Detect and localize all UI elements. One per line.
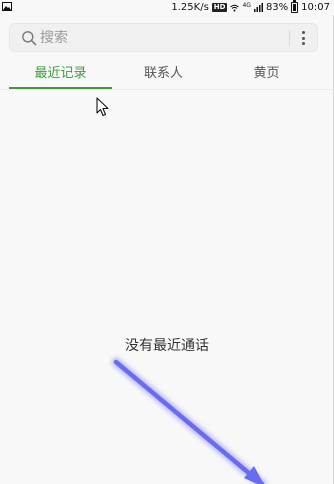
status-indicators: 1.25K/s HD 4G 83% 10:07 (171, 0, 330, 15)
battery-percent: 83% (265, 2, 289, 13)
active-tab-indicator (9, 87, 112, 89)
tab-recent[interactable]: 最近记录 (9, 58, 112, 89)
search-icon (22, 31, 37, 46)
more-vertical-icon[interactable] (298, 30, 310, 46)
clock: 10:07 (301, 2, 330, 13)
mouse-cursor-icon (96, 97, 109, 117)
tab-yellow-pages[interactable]: 黄页 (215, 58, 318, 89)
wifi-icon (230, 4, 240, 11)
network-type: 4G (242, 1, 251, 9)
empty-state-message: 没有最近通话 (125, 338, 209, 354)
battery-icon (291, 0, 299, 13)
image-notification-icon (2, 2, 12, 11)
status-bar: 1.25K/s HD 4G 83% 10:07 (0, 0, 334, 15)
search-input[interactable] (40, 28, 270, 48)
search-divider (289, 30, 290, 46)
signal-icon (253, 3, 263, 12)
tab-bar: 最近记录 联系人 黄页 (0, 58, 334, 90)
search-bar[interactable] (9, 23, 318, 52)
network-speed: 1.25K/s (171, 2, 209, 13)
hd-badge: HD (211, 3, 228, 12)
tab-contacts[interactable]: 联系人 (112, 58, 215, 89)
